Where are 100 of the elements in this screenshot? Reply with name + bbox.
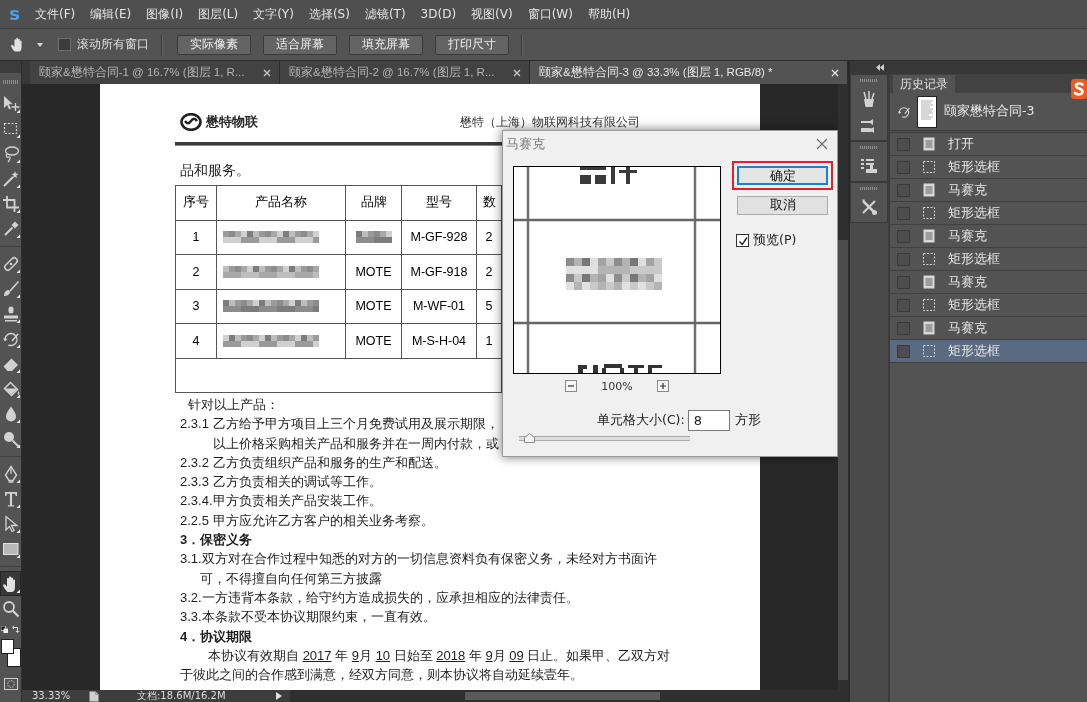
- document-tab[interactable]: 颐家&懋特合同-2 @ 16.7% (图层 1, R...: [280, 61, 530, 84]
- column-header: 产品名称: [216, 185, 346, 220]
- menu-item[interactable]: 滤镜(T): [364, 5, 406, 23]
- document-tab[interactable]: 颐家&懋特合同-3 @ 33.3% (图层 1, RGB/8) *: [530, 61, 848, 84]
- document-tab[interactable]: 颐家&懋特合同-1 @ 16.7% (图层 1, R...: [30, 61, 280, 84]
- unit-label: 方形: [734, 412, 761, 429]
- column-header: 序号: [175, 185, 217, 220]
- double-arrow-icon[interactable]: [876, 64, 884, 71]
- source-checkbox[interactable]: [897, 252, 910, 266]
- menu-item[interactable]: 文字(Y): [253, 5, 294, 23]
- close-icon[interactable]: [513, 68, 521, 77]
- source-checkbox[interactable]: [897, 344, 910, 358]
- preview-label[interactable]: 预览(P): [753, 232, 797, 249]
- horizontal-scrollbar[interactable]: [290, 690, 848, 702]
- caret-icon[interactable]: [37, 42, 43, 47]
- document-icon: [922, 229, 936, 243]
- history-step[interactable]: 马赛克: [890, 271, 1087, 294]
- document-thumbnail: [917, 95, 937, 128]
- color-picker-icon[interactable]: [0, 639, 21, 667]
- tool-button[interactable]: [0, 571, 21, 596]
- menu-item[interactable]: 帮助(H): [587, 5, 631, 23]
- checkbox-label[interactable]: 滚动所有窗口: [77, 36, 149, 53]
- brand-name: 懋特物联: [206, 113, 258, 131]
- menu-item[interactable]: 图像(I): [146, 5, 184, 23]
- document-text: 针对以上产品：: [188, 396, 279, 414]
- table-cell: 2: [476, 254, 502, 289]
- source-checkbox[interactable]: [897, 160, 910, 174]
- history-step[interactable]: 矩形选框: [890, 156, 1087, 179]
- history-step[interactable]: 矩形选框: [890, 248, 1087, 271]
- history-step[interactable]: 矩形选框: [890, 202, 1087, 225]
- history-step[interactable]: 打开: [890, 133, 1087, 156]
- view-button[interactable]: 打印尺寸: [435, 34, 509, 55]
- vertical-scrollbar[interactable]: [838, 84, 848, 690]
- source-checkbox[interactable]: [897, 137, 910, 151]
- column-header: 数: [476, 185, 502, 220]
- grip-handle[interactable]: [860, 146, 878, 149]
- source-checkbox[interactable]: [897, 321, 910, 335]
- list-stamp-icon[interactable]: [860, 157, 878, 175]
- contract-paragraph: 3.1.双方对在合作过程中知悉的对方的一切信息资料负有保密义务，未经对方书面许 可，不得擅自向任何第三方披露: [180, 550, 657, 588]
- table-cell: M-WF-01: [401, 289, 477, 324]
- source-checkbox[interactable]: [897, 206, 910, 220]
- section-heading: 4．协议期限: [180, 627, 253, 646]
- move-icon: [1, 94, 20, 113]
- preview-checkbox[interactable]: [736, 234, 749, 247]
- close-icon[interactable]: [263, 68, 271, 77]
- table-cell: MOTE: [345, 254, 402, 289]
- dialog-button[interactable]: 取消: [737, 196, 828, 215]
- menu-item[interactable]: 文件(F): [35, 5, 76, 23]
- grip-handle[interactable]: [860, 187, 878, 190]
- source-checkbox[interactable]: [897, 275, 910, 289]
- dialog-button[interactable]: 确定: [737, 166, 828, 185]
- zoom-out-button[interactable]: [565, 380, 578, 392]
- history-step[interactable]: 矩形选框: [890, 294, 1087, 317]
- menu-item[interactable]: 选择(S): [308, 5, 350, 23]
- brush-cup-icon[interactable]: [860, 90, 878, 108]
- zoom-level[interactable]: 33.33%: [22, 690, 80, 702]
- history-brush-icon[interactable]: [897, 104, 911, 119]
- contract-paragraph: 2.2.5 甲方应允许乙方客户的相关业务考察。: [180, 511, 434, 530]
- panel-tab[interactable]: 历史记录: [893, 75, 955, 93]
- swap-arrow-icon[interactable]: [12, 625, 20, 633]
- view-button[interactable]: 适合屏幕: [263, 34, 337, 55]
- table-cell: M-GF-918: [401, 254, 477, 289]
- swirl-tile-icon[interactable]: [1071, 79, 1087, 99]
- menu-item[interactable]: 编辑(E): [90, 5, 132, 23]
- menu-item[interactable]: 图层(L): [198, 5, 239, 23]
- history-step[interactable]: 矩形选框: [890, 340, 1087, 363]
- dashed-rectangle-icon: [922, 252, 936, 266]
- view-button[interactable]: 实际像素: [177, 34, 251, 55]
- history-step[interactable]: 马赛克: [890, 179, 1087, 202]
- quick-mask-icon[interactable]: [3, 678, 18, 690]
- source-checkbox[interactable]: [897, 229, 910, 243]
- grip-handle[interactable]: [2, 80, 19, 84]
- table-cell: 1: [175, 220, 217, 255]
- dashed-rectangle-icon: [922, 298, 936, 312]
- cell-size-input[interactable]: 8: [687, 410, 730, 431]
- scrollbar-thumb[interactable]: [465, 692, 660, 700]
- play-arrow-icon[interactable]: [276, 692, 282, 700]
- contract-paragraph: 2.3.3 乙方负责相关的调试等工作。: [180, 473, 382, 492]
- document-icon: [922, 137, 936, 151]
- slider-thumb[interactable]: [523, 433, 535, 443]
- crossed-tools-icon[interactable]: [860, 198, 878, 216]
- history-step[interactable]: 马赛克: [890, 225, 1087, 248]
- grip-handle[interactable]: [860, 79, 878, 82]
- document-info: 文档:18.6M/16.2M: [137, 690, 227, 702]
- document-icon[interactable]: [88, 690, 99, 702]
- scrollbar-thumb[interactable]: [838, 240, 848, 680]
- table-cell: M-S-H-04: [401, 323, 477, 358]
- table-cell: 2: [175, 254, 217, 289]
- view-button[interactable]: 填充屏幕: [349, 34, 423, 55]
- source-checkbox[interactable]: [897, 298, 910, 312]
- zoom-in-button[interactable]: [656, 380, 669, 392]
- menu-item[interactable]: 3D(D): [420, 7, 457, 21]
- scroll-all-checkbox[interactable]: [58, 38, 71, 51]
- document-icon: [922, 275, 936, 289]
- close-icon[interactable]: [816, 137, 828, 150]
- source-checkbox[interactable]: [897, 183, 910, 197]
- menu-item[interactable]: 窗口(W): [527, 5, 573, 23]
- default-colors-icon[interactable]: [1, 625, 8, 633]
- menu-item[interactable]: 视图(V): [471, 5, 513, 23]
- history-snapshot[interactable]: 颐家懋特合同-3: [890, 93, 1087, 133]
